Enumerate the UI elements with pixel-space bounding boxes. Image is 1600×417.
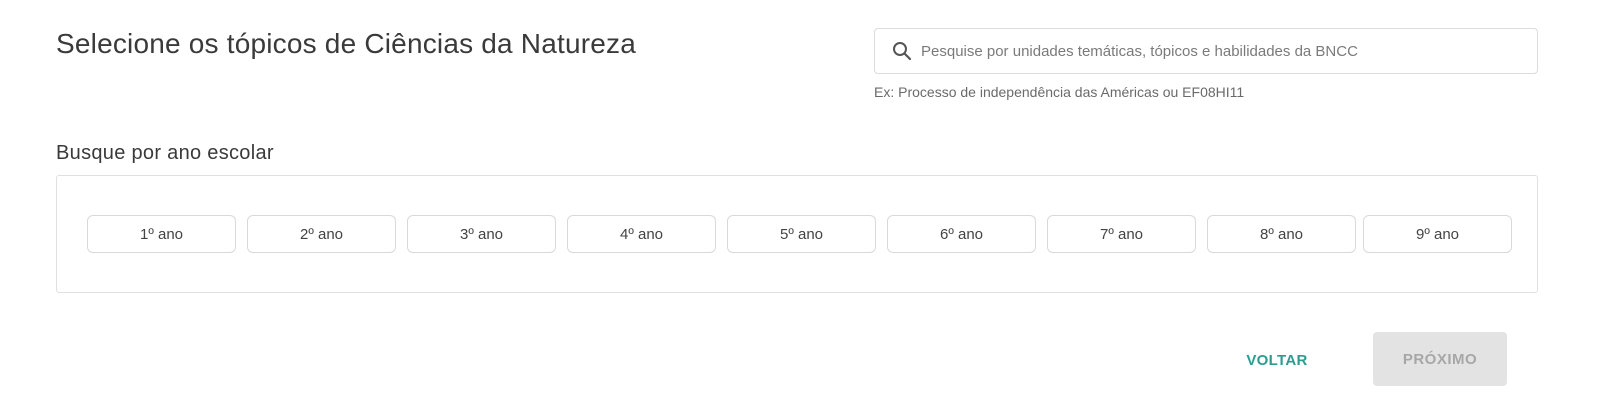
year-button-9[interactable]: 9º ano xyxy=(1363,215,1512,253)
year-button-2[interactable]: 2º ano xyxy=(247,215,396,253)
topic-selection-page: Selecione os tópicos de Ciências da Natu… xyxy=(0,0,1600,417)
year-filter-label: Busque por ano escolar xyxy=(56,142,274,164)
year-button-4[interactable]: 4º ano xyxy=(567,215,716,253)
page-title: Selecione os tópicos de Ciências da Natu… xyxy=(56,28,637,59)
year-button-5[interactable]: 5º ano xyxy=(727,215,876,253)
search-icon xyxy=(891,40,913,62)
search-hint: Ex: Processo de independência das Améric… xyxy=(874,84,1245,100)
year-button-1[interactable]: 1º ano xyxy=(87,215,236,253)
year-button-8[interactable]: 8º ano xyxy=(1207,215,1356,253)
year-button-7[interactable]: 7º ano xyxy=(1047,215,1196,253)
next-button[interactable]: PRÓXIMO xyxy=(1373,332,1507,386)
year-button-3[interactable]: 3º ano xyxy=(407,215,556,253)
year-button-6[interactable]: 6º ano xyxy=(887,215,1036,253)
back-button[interactable]: VOLTAR xyxy=(1222,345,1332,375)
search-box[interactable] xyxy=(874,28,1538,74)
search-input[interactable] xyxy=(921,42,1537,60)
year-filter-panel: 1º ano 2º ano 3º ano 4º ano 5º ano 6º an… xyxy=(56,175,1538,293)
